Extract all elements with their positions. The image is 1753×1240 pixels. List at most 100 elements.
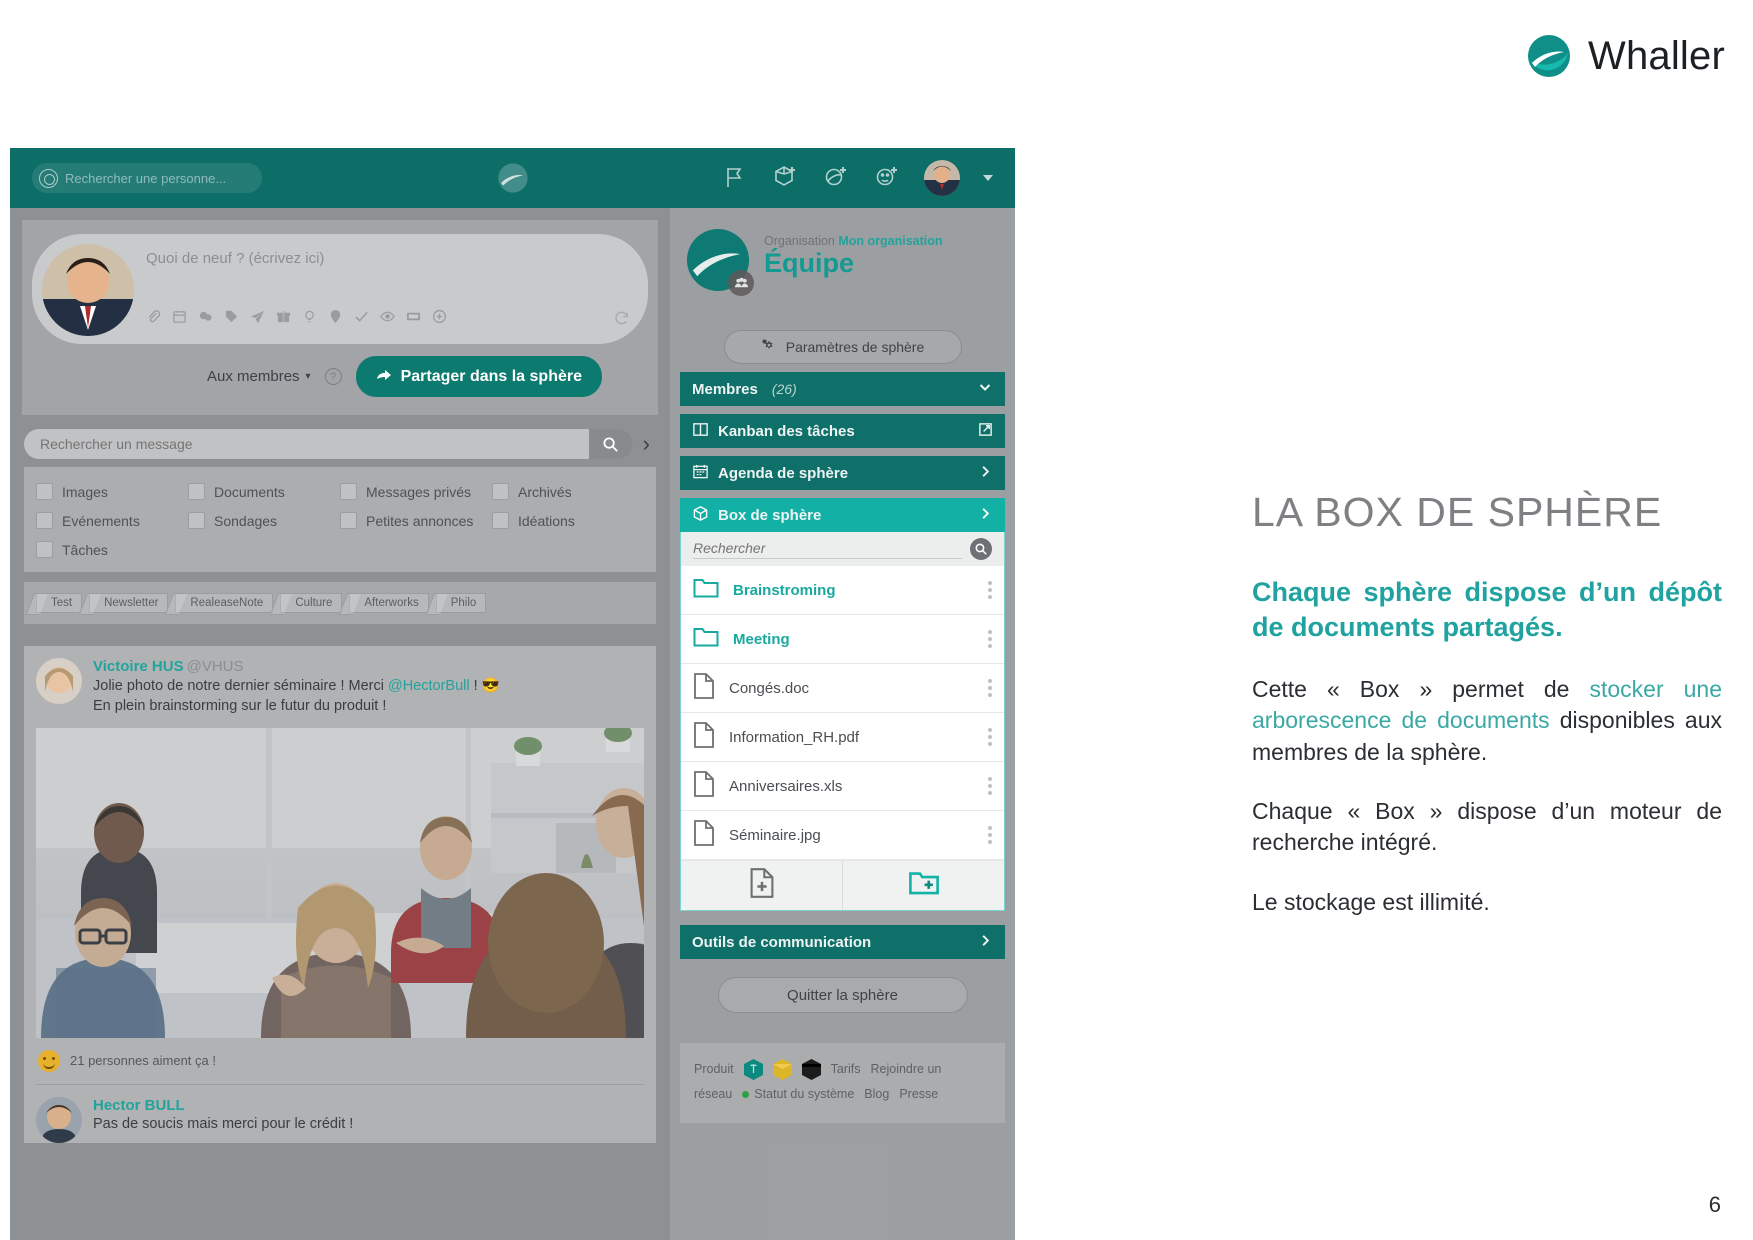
flag-icon[interactable] <box>720 163 750 193</box>
status-dot <box>742 1091 750 1098</box>
footer-link-reseau[interactable]: réseau <box>694 1082 732 1107</box>
audience-selector[interactable]: Aux membres ▾ <box>207 368 311 385</box>
tag-chip[interactable]: Test <box>36 593 83 613</box>
quit-sphere-button[interactable]: Quitter la sphère <box>717 977 968 1013</box>
search-input-field[interactable] <box>24 436 589 452</box>
footer-link-produit[interactable]: Produit <box>694 1057 734 1082</box>
filter-polls[interactable]: Sondages <box>188 512 340 529</box>
share-button[interactable]: Partager dans la sphère <box>355 356 602 397</box>
post-handle[interactable]: @VHUS <box>187 658 244 675</box>
sidebar-item-box-de-sphere[interactable]: Box de sphère <box>680 498 1005 532</box>
checkbox[interactable] <box>492 483 509 500</box>
post-author[interactable]: Victoire HUS <box>93 658 184 675</box>
footer-link-presse[interactable]: Presse <box>899 1082 938 1107</box>
box-search[interactable] <box>681 532 1004 566</box>
footer-link-blog[interactable]: Blog <box>864 1082 889 1107</box>
checkbox[interactable] <box>36 512 53 529</box>
tag-chip[interactable]: RealeaseNote <box>175 593 274 613</box>
checkbox[interactable] <box>492 512 509 529</box>
post-likes-label[interactable]: 21 personnes aiment ça ! <box>70 1053 216 1068</box>
box-search-input[interactable] <box>693 539 962 559</box>
post-author-line: Victoire HUS @VHUS <box>93 658 500 676</box>
sidebar-item-label: Box de sphère <box>718 506 822 524</box>
kebab-menu-icon[interactable] <box>988 581 992 599</box>
checkbox[interactable] <box>36 541 53 558</box>
chevron-right-icon[interactable] <box>978 933 993 952</box>
person-search-input[interactable]: Rechercher une personne... <box>32 163 262 193</box>
filter-private-messages[interactable]: Messages privés <box>340 483 492 500</box>
filter-ideations[interactable]: Idéations <box>492 512 644 529</box>
kebab-menu-icon[interactable] <box>988 630 992 648</box>
avatar[interactable] <box>924 160 960 196</box>
kebab-menu-icon[interactable] <box>988 679 992 697</box>
post-mention[interactable]: @HectorBull <box>388 678 470 694</box>
tag-chip[interactable]: Philo <box>435 593 487 613</box>
kebab-menu-icon[interactable] <box>988 728 992 746</box>
box-item-file[interactable]: Information_RH.pdf <box>681 713 1004 762</box>
invite-person-icon[interactable] <box>873 163 903 193</box>
checkbox[interactable] <box>188 483 205 500</box>
sphere-logo <box>684 226 754 296</box>
avatar[interactable] <box>36 1096 82 1143</box>
chevron-down-icon: ▾ <box>305 371 311 382</box>
box-item-file[interactable]: Anniversaires.xls <box>681 762 1004 811</box>
reply-author[interactable]: Hector BULL <box>93 1097 353 1114</box>
checkbox[interactable] <box>36 483 53 500</box>
filter-tasks[interactable]: Tâches <box>36 541 188 558</box>
filter-documents[interactable]: Documents <box>188 483 340 500</box>
tag-chip[interactable]: Culture <box>280 593 343 613</box>
chevron-right-icon[interactable]: › <box>643 433 656 455</box>
kebab-menu-icon[interactable] <box>988 777 992 795</box>
organisation-name[interactable]: Mon organisation <box>838 234 942 248</box>
filter-archived[interactable]: Archivés <box>492 483 644 500</box>
checkbox[interactable] <box>340 512 357 529</box>
search-circle-icon <box>39 168 58 188</box>
external-link-icon[interactable] <box>978 422 993 441</box>
help-icon[interactable]: ? <box>324 368 342 385</box>
chevron-right-icon[interactable] <box>978 506 993 525</box>
tag-chip[interactable]: Newsletter <box>89 593 169 613</box>
sidebar-item-kanban[interactable]: Kanban des tâches <box>680 414 1005 448</box>
add-file-button[interactable] <box>681 861 842 910</box>
chevron-right-icon[interactable] <box>978 464 993 483</box>
avatar[interactable] <box>36 658 82 704</box>
sphere-sidebar: Organisation Mon organisation Équipe Par… <box>670 208 1015 1240</box>
box-actions <box>681 860 1004 910</box>
search-input[interactable] <box>24 429 633 459</box>
add-folder-button[interactable] <box>842 861 1004 910</box>
sphere-settings-button[interactable]: Paramètres de sphère <box>723 330 962 364</box>
whaller-sphere-logo[interactable] <box>497 162 529 194</box>
filter-events[interactable]: Evénements <box>36 512 188 529</box>
organisation-label: Organisation <box>764 234 835 248</box>
box-item-folder[interactable]: Meeting <box>681 615 1004 664</box>
magnifier-icon[interactable] <box>970 538 992 560</box>
kebab-menu-icon[interactable] <box>988 826 992 844</box>
create-sphere-icon[interactable] <box>771 163 801 193</box>
create-network-icon[interactable] <box>822 163 852 193</box>
footer-link-rejoindre[interactable]: Rejoindre un <box>870 1057 941 1082</box>
filter-classifieds[interactable]: Petites annonces <box>340 512 492 529</box>
tag-chip[interactable]: Afterworks <box>349 593 429 613</box>
magnifier-icon[interactable] <box>588 429 633 459</box>
person-search-placeholder: Rechercher une personne... <box>65 170 227 186</box>
filter-images[interactable]: Images <box>36 483 188 500</box>
box-item-file[interactable]: Congés.doc <box>681 664 1004 713</box>
box-item-name: Congés.doc <box>729 679 810 697</box>
box-item-folder[interactable]: Brainstroming <box>681 566 1004 615</box>
footer-link-statut[interactable]: Statut du système <box>742 1082 854 1107</box>
sidebar-item-membres[interactable]: Membres (26) <box>680 372 1005 406</box>
box-icon <box>692 505 709 526</box>
sidebar-item-label: Membres <box>692 380 758 398</box>
checkbox[interactable] <box>340 483 357 500</box>
refresh-icon[interactable] <box>613 310 630 332</box>
sidebar-item-outils-communication[interactable]: Outils de communication <box>680 925 1005 959</box>
box-item-file[interactable]: Séminaire.jpg <box>681 811 1004 860</box>
chevron-down-icon[interactable] <box>983 175 993 181</box>
chevron-down-icon[interactable] <box>977 379 993 399</box>
sidebar-item-agenda[interactable]: Agenda de sphère <box>680 456 1005 490</box>
post-photo[interactable] <box>36 727 644 1038</box>
composer-placeholder[interactable]: Quoi de neuf ? (écrivez ici) <box>146 250 632 267</box>
checkbox[interactable] <box>188 512 205 529</box>
footer-link-tarifs[interactable]: Tarifs <box>831 1057 861 1082</box>
share-button-label: Partager dans la sphère <box>400 367 582 385</box>
